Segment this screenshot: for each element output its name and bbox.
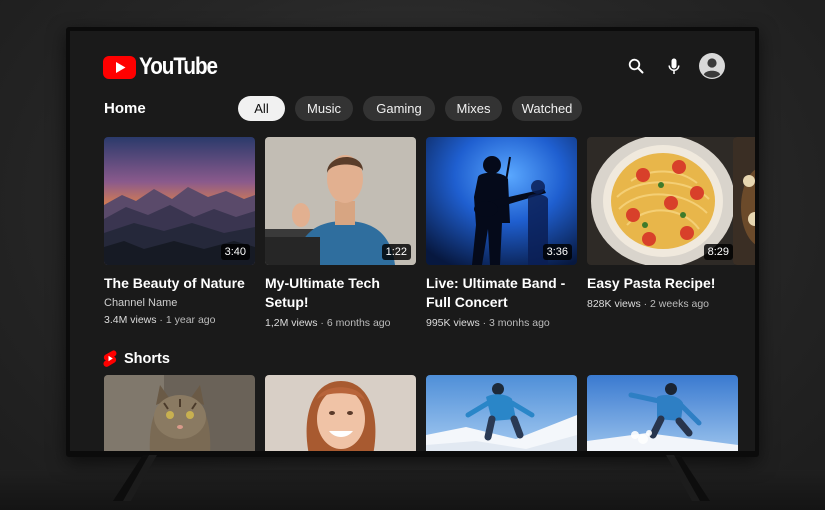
food-image [733, 137, 755, 265]
video-channel[interactable]: Channel Name [104, 297, 255, 309]
video-card[interactable]: 3:36 Live: Ultimate Band - Full Concert … [426, 137, 577, 329]
video-card[interactable]: 3:40 The Beauty of Nature Channel Name 3… [104, 137, 255, 326]
video-duration: 8:29 [703, 244, 733, 260]
video-age: 1 year ago [165, 314, 216, 326]
video-thumbnail[interactable]: 3:40 [104, 137, 255, 265]
shorts-icon [103, 350, 117, 367]
video-thumbnail[interactable]: 1:22 [265, 137, 416, 265]
filter-chips: All Music Gaming Mixes Watched [238, 96, 592, 121]
video-views: 3.4M views [104, 314, 157, 326]
chip-all[interactable]: All [238, 96, 285, 121]
video-title[interactable]: Live: Ultimate Band - Full Concert [426, 274, 586, 312]
video-title[interactable]: The Beauty of Nature [104, 274, 264, 293]
video-card[interactable]: 1:22 My-Ultimate Tech Setup! 1,2M views … [265, 137, 416, 329]
snowboarder-image [426, 375, 577, 451]
video-meta: 828K views · 2 weeks ago [587, 298, 710, 310]
smiling-woman-image [265, 375, 416, 451]
video-meta: 1,2M views · 6 months ago [265, 317, 391, 329]
chip-watched[interactable]: Watched [512, 96, 582, 121]
short-card[interactable] [104, 375, 255, 451]
search-icon[interactable] [623, 53, 649, 79]
snowboarder-jump-image [587, 375, 738, 451]
short-card[interactable] [587, 375, 738, 451]
video-duration: 3:40 [220, 244, 250, 260]
video-duration: 3:36 [542, 244, 572, 260]
video-views: 828K views [587, 298, 641, 310]
video-title[interactable]: Easy Pasta Recipe! [587, 274, 747, 293]
tv-screen: YouTube Home All Music Gaming Mixes Watc… [70, 31, 755, 451]
video-meta: 3.4M views · 1 year ago [104, 314, 216, 326]
tv-stand-right [652, 455, 710, 501]
video-thumbnail-peek[interactable] [733, 137, 755, 265]
video-thumbnail[interactable]: 3:36 [426, 137, 577, 265]
video-views: 1,2M views [265, 317, 318, 329]
video-views: 995K views [426, 317, 480, 329]
short-card[interactable] [265, 375, 416, 451]
youtube-logo-text: YouTube [139, 53, 218, 80]
video-card[interactable]: 8:29 Easy Pasta Recipe! 828K views · 2 w… [587, 137, 738, 310]
video-age: 6 months ago [326, 317, 391, 329]
header-actions [623, 53, 725, 79]
video-thumbnail[interactable]: 8:29 [587, 137, 738, 265]
microphone-icon[interactable] [661, 53, 687, 79]
short-card[interactable] [426, 375, 577, 451]
youtube-play-icon [103, 55, 136, 79]
chip-music[interactable]: Music [295, 96, 353, 121]
chip-mixes[interactable]: Mixes [445, 96, 502, 121]
home-title[interactable]: Home [104, 100, 146, 117]
video-duration: 1:22 [381, 244, 411, 260]
video-meta: 995K views · 3 monhs ago [426, 317, 550, 329]
shorts-header: Shorts [103, 350, 170, 367]
shorts-title: Shorts [124, 350, 170, 367]
account-icon[interactable] [699, 53, 725, 79]
tabby-cat-image [104, 375, 255, 451]
video-title[interactable]: My-Ultimate Tech Setup! [265, 274, 425, 312]
chip-gaming[interactable]: Gaming [363, 96, 435, 121]
video-age: 3 monhs ago [489, 317, 550, 329]
youtube-logo[interactable]: YouTube [103, 53, 230, 81]
tv-stand-left [113, 455, 171, 501]
video-age: 2 weeks ago [650, 298, 710, 310]
